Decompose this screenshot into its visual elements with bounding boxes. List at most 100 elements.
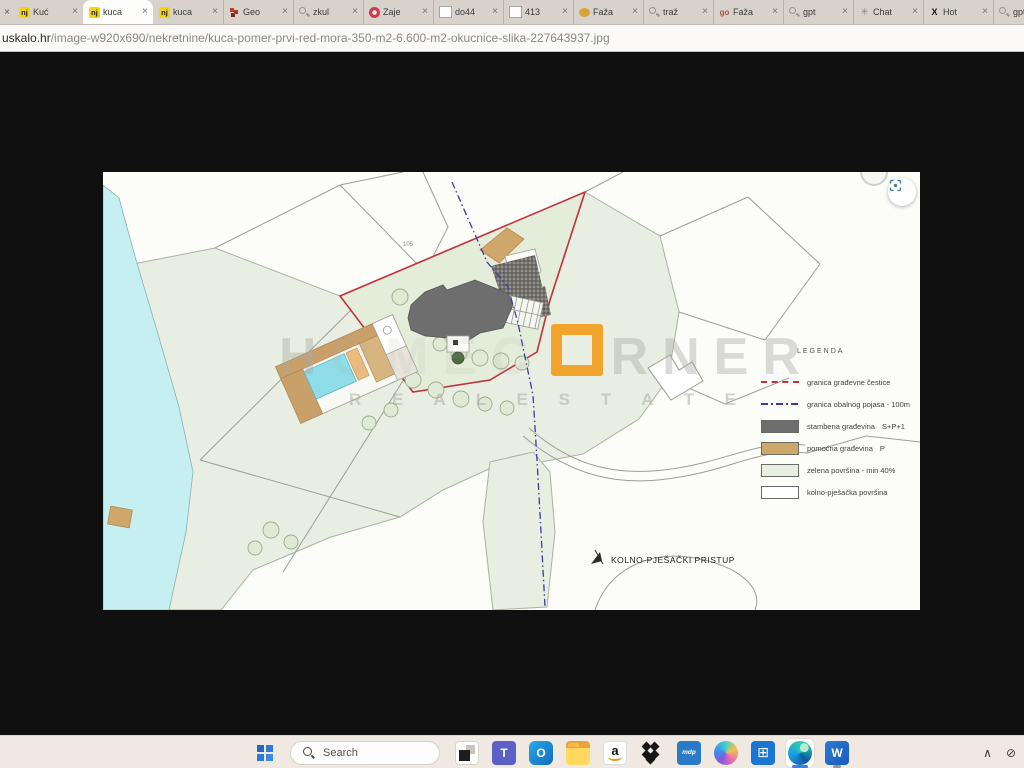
site-plan-image: 105 KOLNO-PJEŠAČKI PRISTUP HOMECRNER R E… [103,172,920,610]
watermark-brand: HOMECRNER [279,324,814,387]
legend-label: zelena površina - min 40% [807,466,895,475]
tab-label: 413 [525,7,559,17]
legend-label: stambena građevina [807,422,875,431]
tab-close-icon[interactable]: × [352,7,358,17]
search-icon [303,747,315,759]
browser-tab[interactable]: zkul × [293,0,363,24]
browser-tab[interactable]: do44 × [433,0,503,24]
tab-strip: × Kuć × kuca × kuca × Geo × zkul × Zaje … [0,0,1024,25]
legend-swatch [761,381,799,383]
njuskalo-icon [159,7,170,18]
taskbar-icon-dropbox[interactable] [637,738,667,768]
taskbar-icons [452,738,852,768]
clipped-tab-close-icon[interactable]: × [0,0,14,24]
start-button[interactable] [250,738,280,768]
legend-label: granica obalnog pojasa - 100m [807,400,910,409]
tab-label: Hot [943,7,979,17]
taskbar-icon-glyph [492,741,516,765]
legend-item: granica građevne čestice [761,375,916,389]
faza-icon [579,8,590,17]
legend-item: pomoćna građevina P [761,441,916,455]
legend-title: LEGENDA [797,348,916,355]
search-icon [649,7,660,18]
tab-label: traž [663,7,699,17]
chatgpt-icon [859,7,870,18]
taskbar-icon-word[interactable] [822,738,852,768]
image-viewer-background: 105 KOLNO-PJEŠAČKI PRISTUP HOMECRNER R E… [0,52,1024,735]
browser-tab[interactable]: Kuć × [14,0,83,24]
browser-tab[interactable]: Zaje × [363,0,433,24]
taskbar-icon-photos[interactable] [452,738,482,768]
tab-label: do44 [455,7,489,17]
taskbar-icon-glyph [455,741,479,765]
taskbar-icon-edge[interactable] [785,738,815,768]
tray-chevron-up-icon[interactable]: ∧ [983,746,992,760]
tab-close-icon[interactable]: × [912,7,918,17]
browser-tab[interactable]: kuca × [83,0,153,24]
do-not-disturb-icon[interactable]: ⊘ [1006,746,1016,760]
tab-close-icon[interactable]: × [212,7,218,17]
access-label: KOLNO-PJEŠAČKI PRISTUP [611,555,735,565]
taskbar-icon-store[interactable] [748,738,778,768]
browser-tab[interactable]: Geo × [223,0,293,24]
visual-search-button[interactable] [888,178,916,206]
browser-tab[interactable]: Faža × [573,0,643,24]
tab-close-icon[interactable]: × [422,7,428,17]
taskbar-icon-teams[interactable] [489,738,519,768]
tab-label: zkul [313,7,349,17]
browser-tab[interactable]: traž × [643,0,713,24]
document-icon [439,6,452,18]
browser-tab[interactable]: Hot × [923,0,993,24]
screen: × Kuć × kuca × kuca × Geo × zkul × Zaje … [0,0,1024,768]
tab-label: Geo [243,7,279,17]
browser-tab[interactable]: Faža × [713,0,783,24]
tab-close-icon[interactable]: × [492,7,498,17]
tab-label: Zaje [383,7,419,17]
taskbar-icon-copilot[interactable] [711,738,741,768]
tab-close-icon[interactable]: × [772,7,778,17]
google-go-icon [719,7,730,18]
watermark-tagline: R E A L E S T A T E [349,390,749,410]
taskbar-icon-glyph [566,741,590,765]
legend-label: pomoćna građevina [807,444,873,453]
search-icon [789,7,800,18]
tab-close-icon[interactable]: × [142,7,148,17]
document-icon [509,6,522,18]
x-twitter-icon [929,7,940,18]
browser-tab[interactable]: gpt × [783,0,853,24]
tab-label: Faža [733,7,769,17]
tab-label: gpt [1013,7,1024,17]
taskbar-icon-glyph [603,741,627,765]
tab-close-icon[interactable]: × [562,7,568,17]
taskbar-icon-glyph [751,741,775,765]
browser-tab[interactable]: kuca × [153,0,223,24]
njuskalo-icon [89,7,100,18]
browser-tab[interactable]: gpt × [993,0,1024,24]
taskbar-search[interactable]: Search [290,741,440,765]
legend: LEGENDA granica građevne čestice granica… [761,348,916,507]
search-icon [299,7,310,18]
browser-tab[interactable]: 413 × [503,0,573,24]
visual-search-icon [888,178,903,193]
tab-close-icon[interactable]: × [982,7,988,17]
tab-close-icon[interactable]: × [702,7,708,17]
zajednicko-icon [369,7,380,18]
taskbar-icon-mdp[interactable] [674,738,704,768]
address-bar[interactable]: uskalo.hr/image-w920x690/nekretnine/kuca… [0,25,1024,52]
tab-close-icon[interactable]: × [842,7,848,17]
legend-item: zelena površina - min 40% [761,463,916,477]
watermark-corner-icon [551,324,603,376]
tab-label: Kuć [33,7,69,17]
tab-close-icon[interactable]: × [632,7,638,17]
tab-close-icon[interactable]: × [72,7,78,17]
taskbar-icon-outlook[interactable] [526,738,556,768]
legend-item: kolno-pješačka površina [761,485,916,499]
njuskalo-icon [19,7,30,18]
tab-close-icon[interactable]: × [282,7,288,17]
taskbar-icon-glyph [640,741,664,765]
taskbar-icon-file-explorer[interactable] [563,738,593,768]
taskbar-icon-amazon[interactable] [600,738,630,768]
browser-tab[interactable]: Chat × [853,0,923,24]
windows-logo-icon [257,745,273,761]
legend-suffix: S+P+1 [882,422,905,431]
